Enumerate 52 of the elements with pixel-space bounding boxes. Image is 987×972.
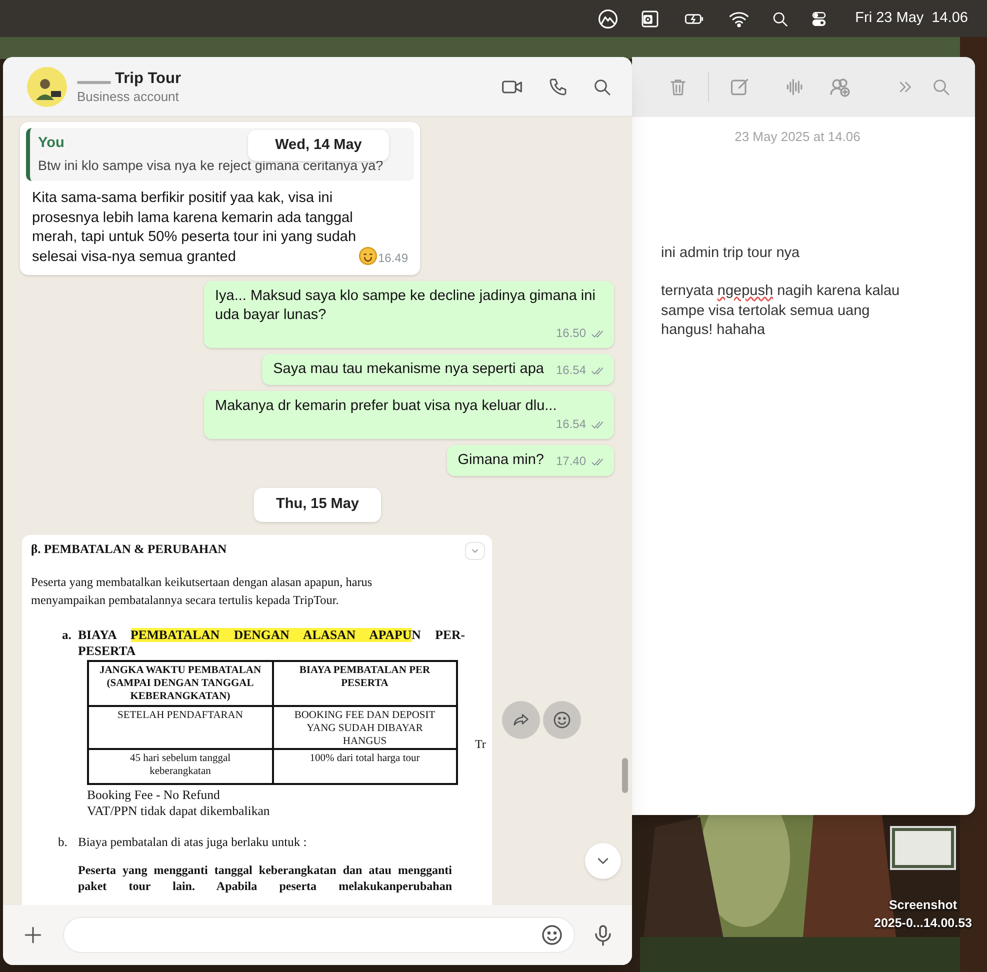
date-label: Wed, 14 May [248,130,389,161]
table-header: JANGKA WAKTU PEMBATALAN (SAMPAI DENGAN TANGGAL KEBERANGKATAN) [88,660,272,706]
message-time: 16.54 [556,416,586,433]
contact-subtitle: Business account [77,88,180,104]
file-name[interactable]: Screenshot [888,896,958,914]
table-cell: 100% dari total harga tour [272,748,457,784]
message-time: 16.54 [556,362,586,379]
document-text: Tr [475,736,486,753]
message-text: Kita sama-sama berfikir positif yaa kak, visa ini prosesnya lebih lama karena kemarin ada tanggal merah, tapi untuk 50% peserta tour ini yang sudah selesai visa-nya semua granted [32,189,358,266]
phone-icon[interactable] [548,76,568,96]
menu-bar-clock[interactable]: Fri 23 May 14.06 [855,8,968,30]
message-time: 16.49 [378,250,408,267]
date-label: Thu, 15 May [254,488,381,522]
message-input-field[interactable] [63,917,575,953]
avatar[interactable] [27,66,67,106]
document-preview[interactable] [22,534,492,905]
redaction-mark-icon [77,81,111,84]
message-text: Gimana min? [458,451,544,470]
note-paragraph[interactable]: ternyata ngepush nagih karena kalau sampe visa tertolak semua uang hangus! hahaha [661,282,901,340]
table-cell: SETELAH PENDAFTARAN [88,706,272,749]
table-cell: 45 hari sebelum tanggal keberangkatan [88,748,272,784]
message-time: 16.50 [556,325,586,342]
table-cell: BOOKING FEE DAN DEPOSIT YANG SUDAH DIBAYAR HANGUS [272,706,457,749]
scrollbar-thumb[interactable] [622,758,628,793]
document-note: VAT/PPN tidak dapat dikembalikan [87,802,271,819]
mail-app-icon[interactable] [640,8,660,28]
reaction-button[interactable] [543,700,581,739]
note-timestamp: 23 May 2025 at 14.06 [734,128,862,146]
document-note: Booking Fee - No Refund [87,786,221,803]
table-header: BIAYA PEMBATALAN PER PESERTA [272,660,457,706]
document-heading: β. PEMBATALAN & PERUBAHAN [31,540,227,558]
note-paragraph[interactable]: ini admin trip tour nya [661,244,901,263]
contact-name[interactable]: Trip Tour [115,68,182,88]
search-icon[interactable] [771,10,790,28]
search-icon[interactable] [592,76,612,96]
emoji-icon[interactable] [540,923,564,947]
list-marker: a. [62,626,72,644]
emoji-icon [358,246,378,266]
list-marker: b. [58,834,68,850]
message-time: 17.40 [556,453,586,470]
document-paragraph: Peserta yang membatalkan keikutsertaan dengan alasan apapun, harus menyampaikan pembatalannya secara tertulis kepada TripTour. [31,574,374,609]
screenshot-thumbnail[interactable] [890,826,956,870]
forward-button[interactable] [502,700,540,739]
attach-plus-icon[interactable] [22,924,44,946]
app-status-icon[interactable] [597,8,620,30]
document-paragraph: Peserta yang mengganti tanggal keberangkatan dan atau mengganti paket tour lain. Apabila peserta melakukanperubahan [78,862,452,894]
message-text: Makanya dr kemarin prefer buat visa nya keluar dlu... [215,397,557,416]
message-text: Iya... Maksud saya klo sampe ke decline jadinya gimana ini uda bayar lunas? [215,287,596,325]
quote-author: You [38,134,64,152]
file-name[interactable]: 2025-0...14.00.53 [874,914,972,932]
document-paragraph: Biaya pembatalan di atas juga berlaku untuk : [78,834,307,850]
message-text: Saya mau tau mekanisme nya seperti apa [273,360,544,379]
